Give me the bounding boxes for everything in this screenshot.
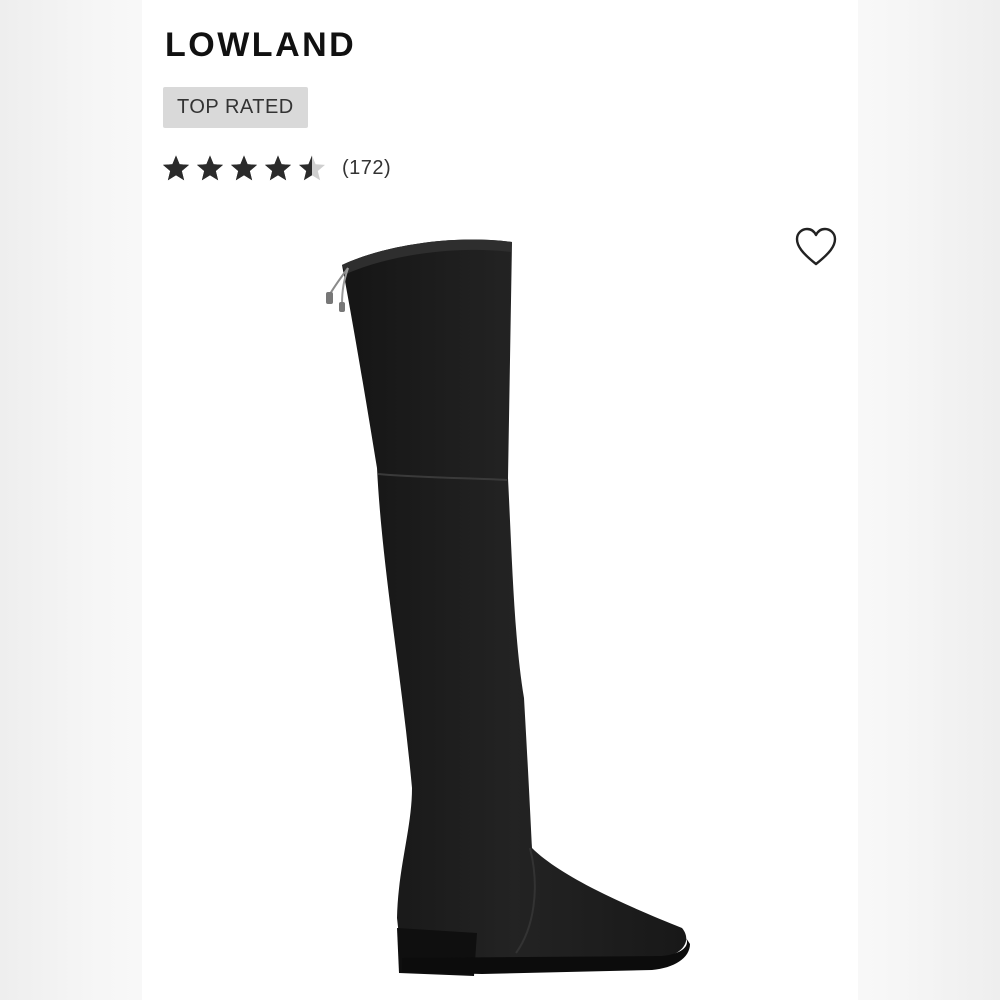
star-icon — [163, 155, 189, 181]
star-icon — [299, 155, 325, 181]
heart-outline-icon[interactable] — [794, 226, 838, 268]
rating-stars — [162, 154, 332, 182]
background-left — [0, 0, 142, 1000]
star-icon — [265, 155, 291, 181]
rating[interactable]: (172) — [162, 150, 391, 186]
review-count[interactable]: (172) — [342, 157, 391, 180]
product-image[interactable] — [302, 228, 702, 988]
star-icon — [231, 155, 257, 181]
boot-illustration — [326, 239, 690, 976]
top-rated-badge: TOP RATED — [163, 87, 308, 128]
background-right — [858, 0, 1000, 1000]
product-card: LOWLAND TOP RATED (172) — [142, 0, 858, 1000]
star-icon — [197, 155, 223, 181]
product-title: LOWLAND — [165, 26, 357, 64]
